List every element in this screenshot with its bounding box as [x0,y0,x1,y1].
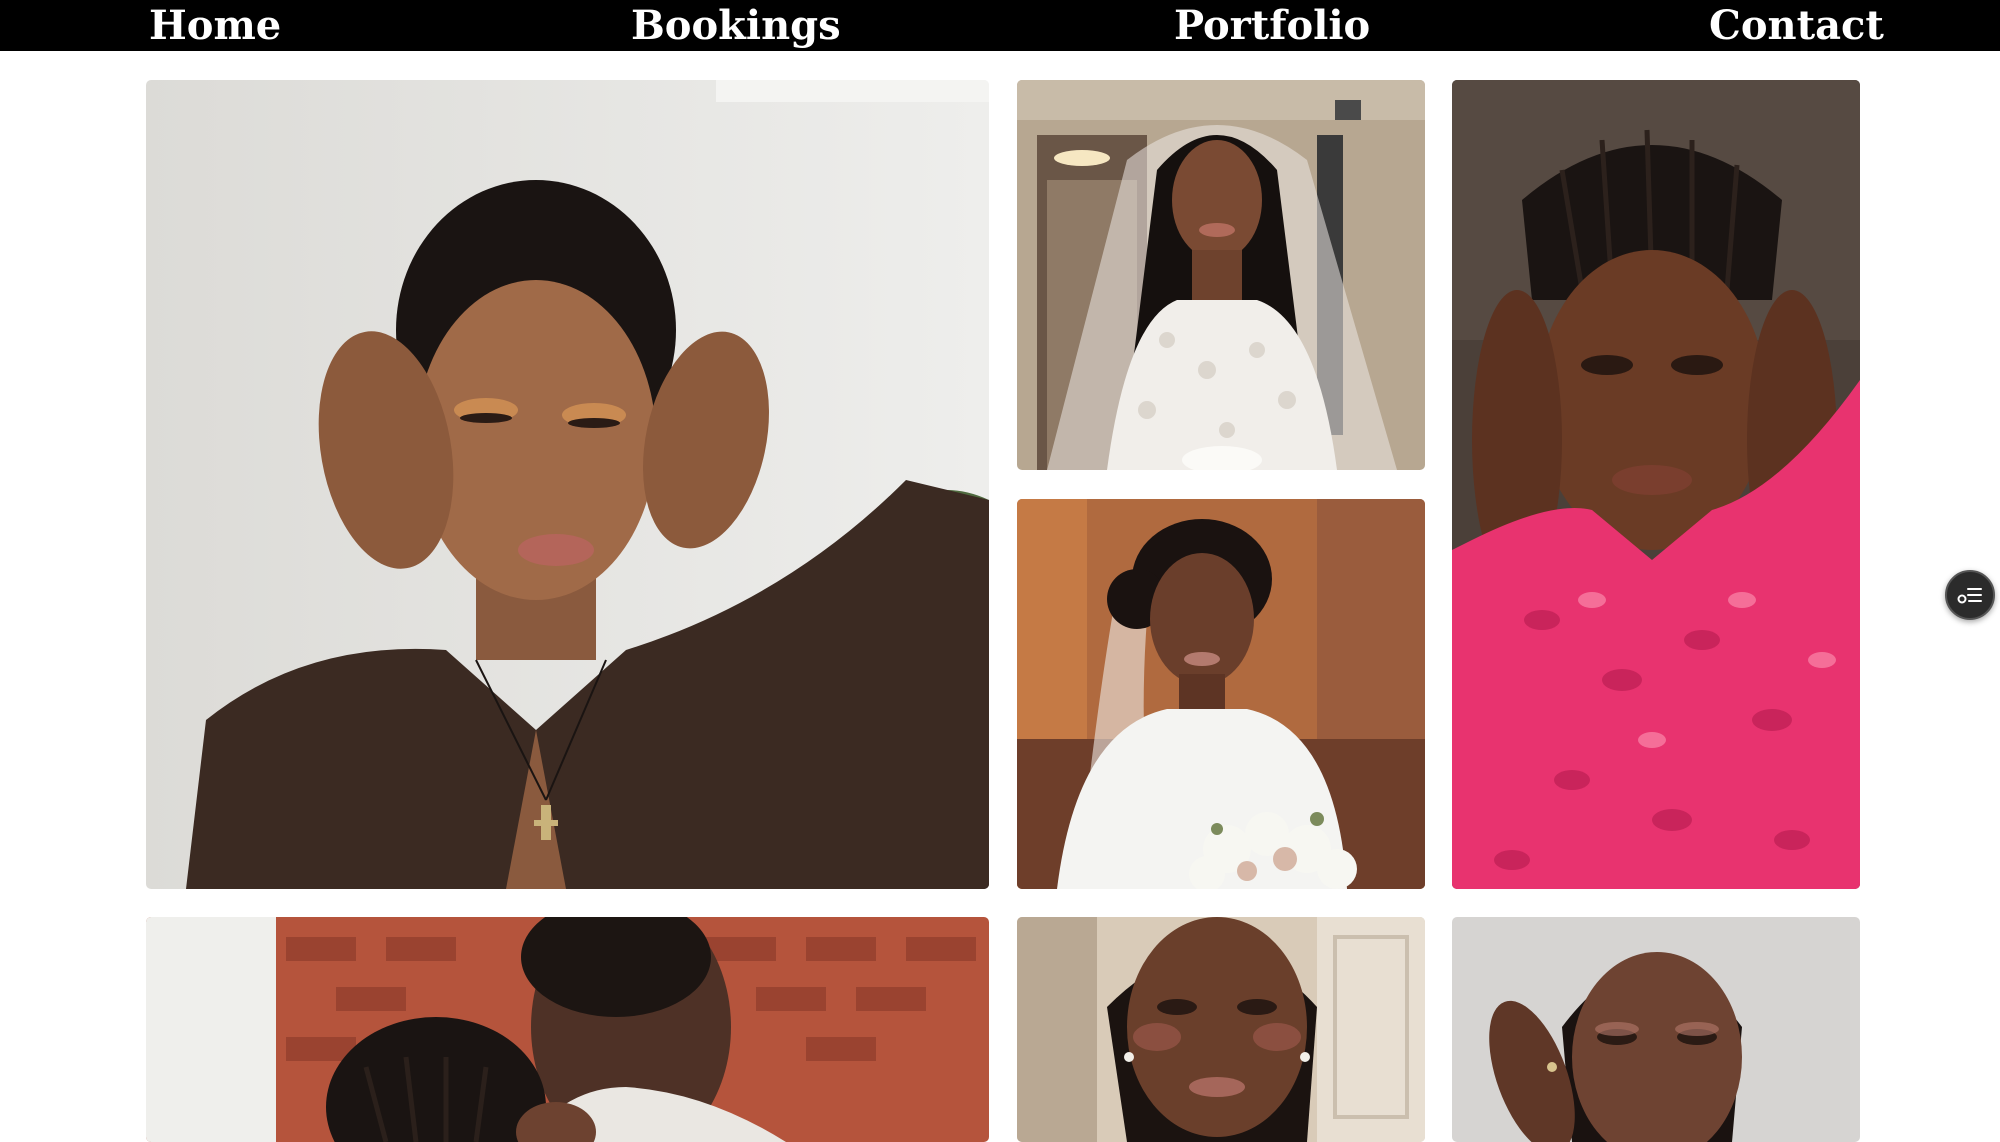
gallery-photo-woman-grey-backdrop[interactable] [1452,917,1860,1142]
gallery-photo-bride-cream-door[interactable] [1017,917,1425,1142]
nav-bookings-link[interactable]: Bookings [631,0,841,51]
menu-list-icon [1957,588,1982,604]
gallery-photo-bride-lace-veil[interactable] [1017,80,1425,470]
gallery-photo-pink-ruffle-top[interactable] [1452,80,1860,889]
top-navigation: Home Bookings Portfolio Contact [0,0,2000,51]
nav-portfolio-link[interactable]: Portfolio [1174,0,1370,51]
menu-list-button[interactable] [1945,570,1995,620]
nav-contact-link[interactable]: Contact [1709,0,1884,51]
gallery-photo-shimmer-eyeshadow[interactable] [146,80,989,889]
nav-home-link[interactable]: Home [149,0,281,51]
gallery-photo-bride-bouquet[interactable] [1017,499,1425,889]
gallery-photo-couple-brick-wall[interactable] [146,917,989,1142]
